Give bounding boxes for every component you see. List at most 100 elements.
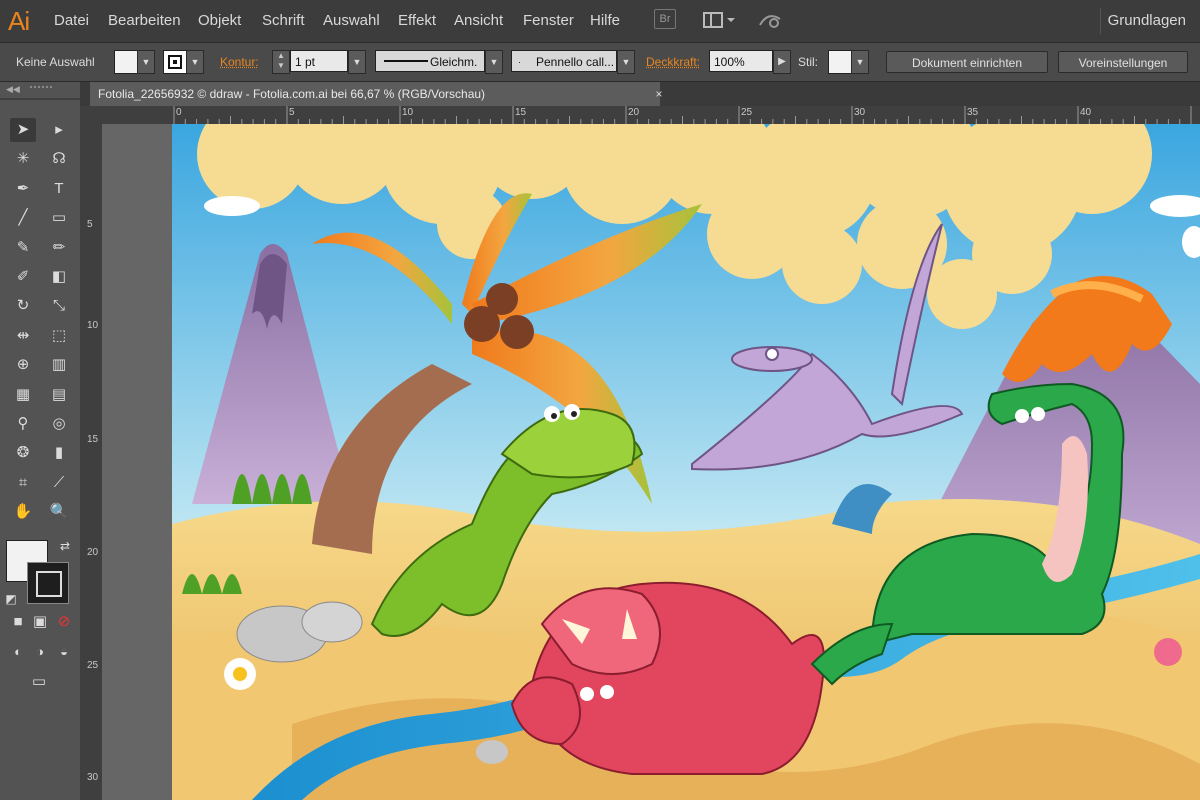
h-ruler-tick-35: 35 bbox=[967, 107, 979, 118]
artboard-tool-icon[interactable]: ⌗ bbox=[10, 471, 36, 495]
pencil-tool-icon[interactable]: ✏ bbox=[46, 236, 72, 260]
collapse-panel-icon[interactable]: ◀◀ bbox=[6, 84, 20, 95]
screen-mode-icon[interactable]: ▭ bbox=[26, 670, 52, 694]
selection-tool-icon[interactable]: ➤ bbox=[10, 118, 36, 142]
stroke-dropdown[interactable]: ▼ bbox=[186, 50, 204, 74]
rotate-tool-icon[interactable]: ↻ bbox=[10, 294, 36, 318]
stroke-color-box[interactable] bbox=[27, 562, 69, 604]
h-ruler-tick-20: 20 bbox=[628, 107, 640, 118]
panel-grip[interactable] bbox=[30, 86, 52, 94]
preferences-button[interactable]: Voreinstellungen bbox=[1058, 51, 1188, 73]
draw-behind-icon[interactable]: ◑ bbox=[30, 640, 50, 664]
menu-datei[interactable]: Datei bbox=[54, 12, 89, 29]
menu-effekt[interactable]: Effekt bbox=[398, 12, 436, 29]
graphic-style-dropdown[interactable]: ▼ bbox=[851, 50, 869, 74]
style-label: Stil: bbox=[798, 55, 819, 69]
default-fill-stroke-icon[interactable]: ◩ bbox=[2, 587, 20, 611]
close-tab-icon[interactable]: × bbox=[650, 82, 668, 106]
h-ruler-tick-0: 0 bbox=[176, 107, 182, 118]
v-ruler-tick-10: 10 bbox=[87, 320, 99, 331]
line-segment-tool-icon[interactable]: ╱ bbox=[10, 206, 36, 230]
gradient-tool-icon[interactable]: ▤ bbox=[46, 383, 72, 407]
slice-tool-icon[interactable]: ⟋ bbox=[46, 471, 72, 495]
control-bar: Keine Auswahl ▼ ▼ Kontur: ▲ ▼ 1 pt ▼ Glei… bbox=[0, 43, 1200, 82]
workspace-switcher[interactable]: Grundlagen bbox=[1108, 12, 1186, 29]
stroke-weight-field[interactable]: 1 pt bbox=[290, 50, 348, 72]
graphic-style-swatch[interactable] bbox=[828, 50, 852, 74]
rectangle-tool-icon[interactable]: ▭ bbox=[46, 206, 72, 230]
bridge-icon[interactable]: Br bbox=[654, 9, 676, 31]
opacity-label[interactable]: Deckkraft: bbox=[646, 55, 700, 69]
opacity-slider-toggle[interactable]: ▶ bbox=[773, 50, 791, 74]
document-tab-title: Fotolia_22656932 © ddraw - Fotolia.com.a… bbox=[98, 87, 486, 101]
blob-brush-tool-icon[interactable]: ✐ bbox=[10, 265, 36, 289]
scale-tool-icon[interactable]: ⤡ bbox=[46, 294, 72, 318]
mesh-tool-icon[interactable]: ▦ bbox=[10, 383, 36, 407]
h-ruler-tick-10: 10 bbox=[402, 107, 414, 118]
gpu-performance-icon[interactable] bbox=[756, 9, 784, 31]
brush-definition[interactable]: · Pennello call... bbox=[511, 50, 617, 72]
lasso-tool-icon[interactable]: ☊ bbox=[46, 147, 72, 171]
opacity-field[interactable]: 100% bbox=[709, 50, 773, 72]
symbol-sprayer-tool-icon[interactable]: ❂ bbox=[10, 441, 36, 465]
stroke-swatch[interactable] bbox=[163, 50, 187, 74]
h-ruler-tick-25: 25 bbox=[741, 107, 753, 118]
menu-hilfe[interactable]: Hilfe bbox=[590, 12, 620, 29]
vertical-ruler[interactable]: 5 10 15 20 25 30 bbox=[80, 124, 103, 800]
hand-tool-icon[interactable]: ✋ bbox=[10, 500, 36, 524]
menu-fenster[interactable]: Fenster bbox=[523, 12, 574, 29]
selection-status: Keine Auswahl bbox=[16, 55, 95, 69]
pen-tool-icon[interactable]: ✒ bbox=[10, 177, 36, 201]
h-ruler-tick-30: 30 bbox=[854, 107, 866, 118]
menu-bearbeiten[interactable]: Bearbeiten bbox=[108, 12, 181, 29]
color-mode-icon[interactable]: ■ bbox=[8, 610, 28, 634]
stroke-weight-spinner[interactable]: ▲ ▼ bbox=[272, 50, 290, 74]
stroke-weight-dropdown[interactable]: ▼ bbox=[348, 50, 366, 74]
stroke-label[interactable]: Kontur: bbox=[220, 55, 259, 69]
menu-schrift[interactable]: Schrift bbox=[262, 12, 305, 29]
menu-objekt[interactable]: Objekt bbox=[198, 12, 241, 29]
none-mode-icon[interactable]: ⊘ bbox=[54, 610, 74, 634]
brush-dropdown[interactable]: ▼ bbox=[617, 50, 635, 74]
free-transform-tool-icon[interactable]: ⬚ bbox=[46, 324, 72, 348]
width-tool-icon[interactable]: ⇹ bbox=[10, 324, 36, 348]
eraser-tool-icon[interactable]: ◧ bbox=[46, 265, 72, 289]
fill-dropdown[interactable]: ▼ bbox=[137, 50, 155, 74]
draw-normal-icon[interactable]: ◐ bbox=[8, 640, 28, 664]
h-ruler-tick-5: 5 bbox=[289, 107, 295, 118]
shape-builder-tool-icon[interactable]: ⊕ bbox=[10, 353, 36, 377]
v-ruler-tick-25: 25 bbox=[87, 660, 99, 671]
paintbrush-tool-icon[interactable]: ✎ bbox=[10, 236, 36, 260]
menu-bar: Ai Datei Bearbeiten Objekt Schrift Auswa… bbox=[0, 0, 1200, 43]
fill-swatch[interactable] bbox=[114, 50, 138, 74]
graph-tool-icon[interactable]: ▥ bbox=[46, 353, 72, 377]
brush-label: Pennello call... bbox=[536, 55, 615, 69]
eyedropper-tool-icon[interactable]: ⚲ bbox=[10, 412, 36, 436]
v-ruler-tick-5: 5 bbox=[87, 219, 93, 230]
document-tab[interactable]: Fotolia_22656932 © ddraw - Fotolia.com.a… bbox=[90, 82, 663, 106]
horizontal-ruler[interactable]: 0 5 10 15 20 25 30 35 40 bbox=[104, 106, 1200, 125]
arrange-documents-icon[interactable] bbox=[702, 9, 736, 31]
magic-wand-tool-icon[interactable]: ✳ bbox=[10, 147, 36, 171]
ruler-origin[interactable] bbox=[80, 106, 104, 124]
document-canvas[interactable] bbox=[102, 124, 1200, 800]
panel-header-divider bbox=[0, 98, 80, 100]
blend-tool-icon[interactable]: ◎ bbox=[46, 412, 72, 436]
column-graph-tool-icon[interactable]: ▮ bbox=[46, 441, 72, 465]
dinosaur-artwork[interactable] bbox=[172, 124, 1200, 800]
swap-fill-stroke-icon[interactable]: ⇄ bbox=[52, 534, 78, 558]
menu-ansicht[interactable]: Ansicht bbox=[454, 12, 503, 29]
gradient-mode-icon[interactable]: ▣ bbox=[30, 610, 50, 634]
menu-auswahl[interactable]: Auswahl bbox=[323, 12, 380, 29]
tools-panel: ◀◀ ➤ ▸ ✳ ☊ ✒ T ╱ ▭ ✎ ✏ ✐ ◧ ↻ ⤡ ⇹ ⬚ ⊕ ▥ ▦ ▤ ⚲ ◎ ❂ ▮ ⌗ ⟋ ✋ 🔍 ⇄ ◩ ■ ▣ … bbox=[0, 82, 81, 800]
type-tool-icon[interactable]: T bbox=[46, 177, 72, 201]
document-setup-button[interactable]: Dokument einrichten bbox=[886, 51, 1048, 73]
workspace-divider bbox=[1100, 8, 1101, 34]
app-logo: Ai bbox=[8, 6, 30, 36]
draw-inside-icon[interactable]: ◒ bbox=[54, 640, 74, 664]
horizontal-ruler-ticks bbox=[173, 106, 1192, 124]
profile-dropdown[interactable]: ▼ bbox=[485, 50, 503, 74]
zoom-tool-icon[interactable]: 🔍 bbox=[46, 500, 72, 524]
direct-selection-tool-icon[interactable]: ▸ bbox=[46, 118, 72, 142]
variable-width-profile[interactable]: Gleichm. bbox=[375, 50, 485, 72]
